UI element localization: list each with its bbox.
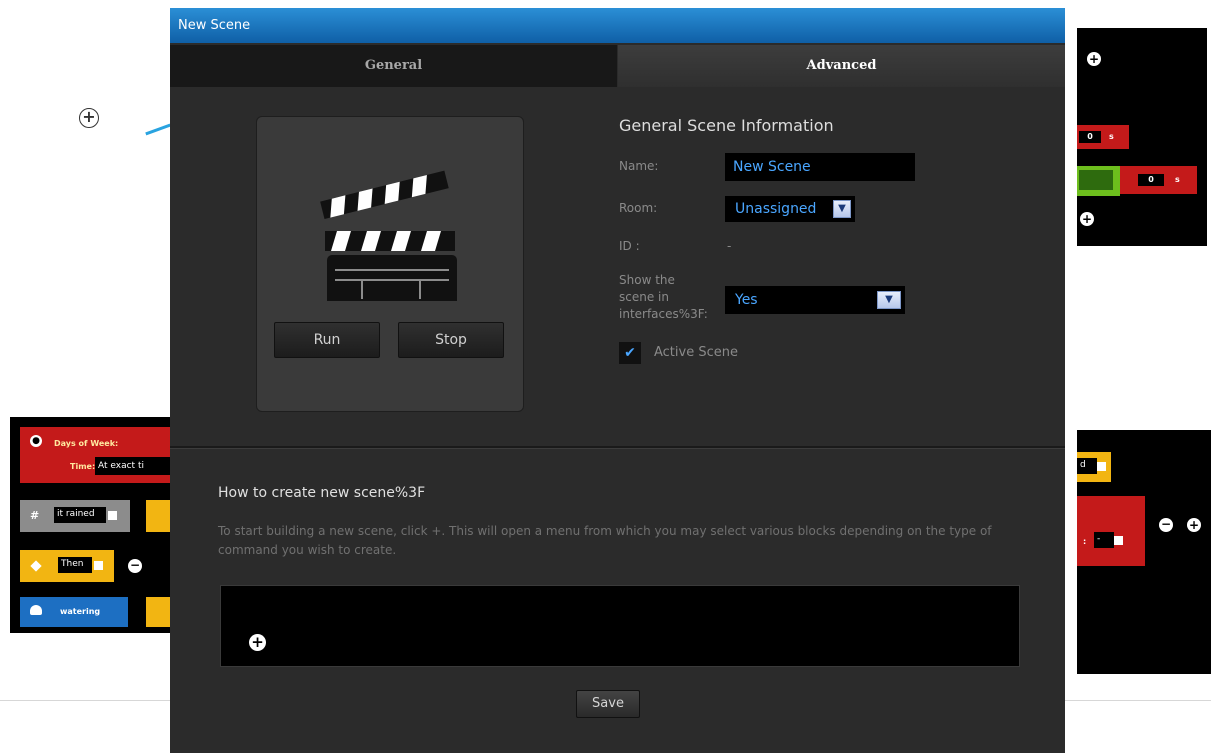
background-screenshot-fragment: ● Days of Week: Time: At exact ti # it r… — [10, 417, 172, 633]
time-value: At exact ti — [95, 457, 172, 475]
remove-block-icon: − — [1159, 517, 1173, 532]
condition-block — [146, 500, 172, 532]
id-label: ID : — [619, 239, 640, 253]
select-box: d — [1077, 458, 1097, 474]
add-block-icon[interactable]: + — [249, 634, 266, 651]
dialog-title: New Scene — [170, 8, 1065, 43]
add-block-icon: + — [1187, 518, 1201, 532]
background-screenshot-fragment: + 0 s 0 s + — [1077, 28, 1207, 246]
days-of-week-label: Days of Week: — [54, 439, 119, 448]
device-value: watering — [60, 607, 101, 616]
scene-preview-panel: Run Stop — [256, 116, 524, 412]
chevron-down-icon[interactable]: ▼ — [877, 291, 901, 309]
name-input[interactable]: New Scene — [725, 153, 915, 181]
show-label-line: Show the — [619, 273, 675, 287]
scene-builder-canvas[interactable]: + — [220, 585, 1020, 667]
room-select-value: Unassigned — [735, 201, 817, 217]
tab-bar: General Advanced — [170, 45, 1065, 87]
show-label-line: scene in — [619, 290, 669, 304]
show-label-line: interfaces%3F: — [619, 307, 708, 321]
condition-inner — [1079, 170, 1113, 190]
delay-unit: s — [1175, 175, 1180, 184]
then-block — [146, 597, 172, 627]
background-divider-left — [0, 700, 170, 701]
room-label: Room: — [619, 201, 658, 215]
help-heading: How to create new scene%3F — [218, 485, 426, 501]
delay-unit: s — [1109, 132, 1114, 141]
background-add-icon: + — [79, 108, 99, 128]
active-scene-checkbox[interactable]: ✔ — [619, 342, 641, 364]
clapperboard-icon — [320, 170, 457, 301]
delay-value: 0 — [1138, 174, 1164, 186]
show-in-interfaces-label: Show the scene in interfaces%3F: — [619, 272, 708, 323]
time-label: Time: — [70, 462, 96, 471]
dropdown-arrow-icon — [94, 561, 103, 570]
then-value: Then — [58, 557, 92, 573]
tab-advanced[interactable]: Advanced — [618, 45, 1065, 87]
room-select[interactable]: Unassigned ▼ — [725, 196, 855, 222]
device-icon — [30, 605, 42, 615]
add-block-icon: + — [1087, 52, 1101, 66]
remove-block-icon: − — [128, 558, 142, 573]
general-info-heading: General Scene Information — [619, 116, 834, 135]
id-value: - — [727, 239, 732, 253]
condition-value: it rained — [54, 507, 106, 523]
save-button[interactable]: Save — [576, 690, 640, 718]
dropdown-arrow-icon — [1114, 536, 1123, 545]
tab-general[interactable]: General — [170, 45, 617, 87]
new-scene-dialog: New Scene General Advanced Run Stop Gene… — [170, 8, 1065, 753]
add-block-icon: + — [1080, 212, 1094, 226]
chevron-down-icon[interactable]: ▼ — [833, 200, 851, 218]
show-in-interfaces-select[interactable]: Yes ▼ — [725, 286, 905, 314]
help-text: To start building a new scene, click +. … — [218, 524, 992, 557]
run-button[interactable]: Run — [274, 322, 380, 358]
stop-button[interactable]: Stop — [398, 322, 504, 358]
name-label: Name: — [619, 159, 659, 173]
condition-symbol: # — [30, 509, 40, 522]
background-connector-line — [145, 123, 171, 136]
show-select-value: Yes — [735, 292, 758, 308]
background-divider-right — [1065, 700, 1211, 701]
section-divider — [170, 446, 1065, 449]
active-scene-label: Active Scene — [654, 345, 738, 360]
action-value: - — [1094, 532, 1114, 548]
delay-value: 0 — [1079, 131, 1101, 143]
action-label: : — [1083, 537, 1087, 546]
action-block — [1077, 496, 1145, 566]
dropdown-arrow-icon — [1097, 462, 1106, 471]
dropdown-arrow-icon — [108, 511, 117, 520]
schedule-icon: ● — [30, 435, 42, 447]
background-screenshot-fragment: d : - − + — [1077, 430, 1211, 674]
